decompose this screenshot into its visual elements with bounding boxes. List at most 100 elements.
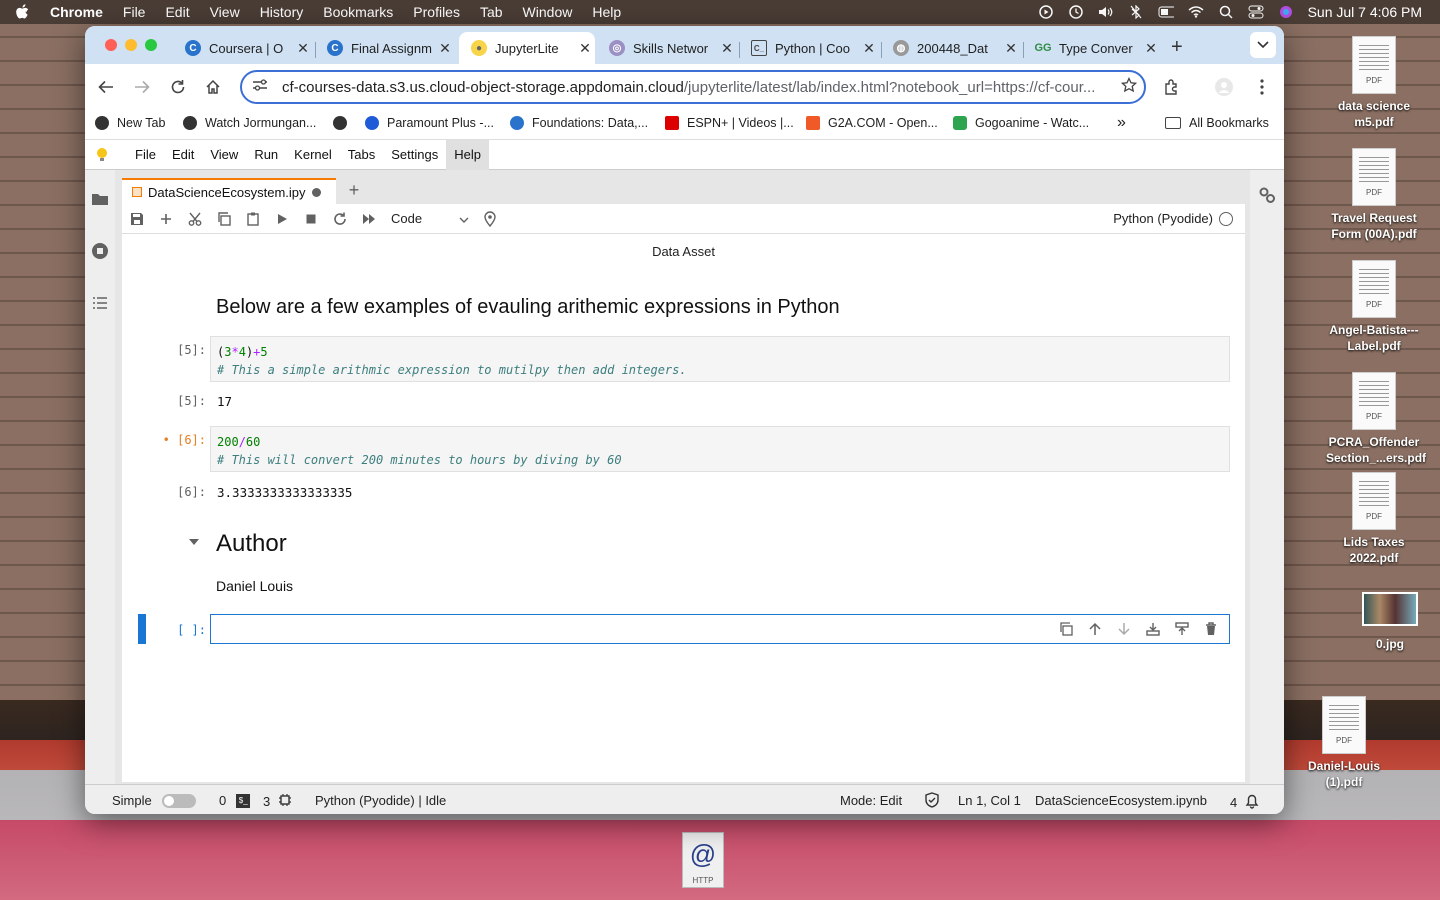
unsaved-dot-icon[interactable] [311,187,321,197]
running-terminals-count[interactable]: 0 $_ [219,793,251,808]
chrome-menu-kebab-icon[interactable] [1251,76,1273,98]
jupyter-menu-file[interactable]: File [127,140,164,170]
jupyter-menu-edit[interactable]: Edit [164,140,202,170]
paste-clipboard-icon[interactable] [238,204,267,234]
cut-scissors-icon[interactable] [180,204,209,234]
bookmark-watch-jormungand[interactable]: Watch Jormungan... [183,116,316,130]
bookmarks-overflow-chevron-icon[interactable]: » [1117,114,1126,132]
toggle-switch[interactable] [161,793,196,808]
time-machine-icon[interactable] [1068,5,1084,19]
running-kernels-stop-icon[interactable] [91,242,109,260]
move-cell-down-arrow-icon[interactable] [1109,619,1138,639]
close-tab-icon[interactable]: ✕ [575,40,595,57]
table-of-contents-icon[interactable] [91,294,109,312]
running-kernels-count[interactable]: 3 [263,793,292,810]
copy-icon[interactable] [209,204,238,234]
control-center-icon[interactable] [1248,5,1264,19]
url-text[interactable]: cf-courses-data.s3.us.cloud-object-stora… [282,79,1114,96]
bookmark-g2a[interactable]: G2A.COM - Open... [806,116,938,130]
wifi-icon[interactable] [1188,5,1204,19]
volume-icon[interactable] [1098,5,1114,19]
site-settings-icon[interactable] [252,78,272,96]
desktop-file-data-science-m5[interactable]: data science m5.pdf [1326,36,1422,130]
all-bookmarks-folder[interactable]: All Bookmarks [1165,116,1269,130]
code-cell-editor[interactable]: (3*4)+5 # This a simple arithmic express… [210,336,1230,382]
new-tab-plus-icon[interactable]: + [1171,36,1183,59]
kernel-status[interactable]: Python (Pyodide) | Idle [315,793,446,808]
desktop-file-pcra-offender[interactable]: PCRA_Offender Section_...ers.pdf [1326,372,1426,466]
move-cell-up-arrow-icon[interactable] [1080,619,1109,639]
menubar-item-window[interactable]: Window [523,4,573,20]
delete-cell-trash-icon[interactable] [1196,619,1225,639]
apple-menu-icon[interactable] [14,4,30,20]
restart-run-all-fast-forward-icon[interactable] [354,204,383,234]
close-window-button[interactable] [105,39,117,51]
minimize-window-button[interactable] [125,39,137,51]
menubar-app-name[interactable]: Chrome [50,4,103,20]
interrupt-stop-icon[interactable] [296,204,325,234]
menubar-item-help[interactable]: Help [592,4,621,20]
bookmark-espn-plus[interactable]: ESPN+ | Videos |... [665,116,794,130]
desktop-file-lids-taxes[interactable]: Lids Taxes 2022.pdf [1326,472,1422,566]
menubar-item-bookmarks[interactable]: Bookmarks [323,4,393,20]
menubar-item-file[interactable]: File [123,4,146,20]
menubar-item-view[interactable]: View [210,4,240,20]
close-tab-icon[interactable]: ✕ [859,40,879,57]
collapse-heading-caret-icon[interactable] [188,535,200,549]
browser-tab-python-code[interactable]: C_ Python | Coo ✕ [739,32,879,64]
browser-tab-jupyterlite[interactable]: ● JupyterLite ✕ [459,32,595,64]
bluetooth-off-icon[interactable] [1128,5,1144,19]
close-tab-icon[interactable]: ✕ [293,40,313,57]
menubar-item-tab[interactable]: Tab [480,4,503,20]
back-arrow-icon[interactable] [95,76,117,98]
notebook-tab[interactable]: DataScienceEcosystem.ipy [122,178,336,204]
trusted-shield-icon[interactable] [925,792,939,808]
siri-icon[interactable] [1278,5,1294,19]
desktop-file-daniel-louis[interactable]: Daniel-Louis (1).pdf [1296,696,1392,790]
menubar-item-history[interactable]: History [260,4,304,20]
tab-search-chevron-icon[interactable] [1250,32,1276,58]
bookmark-new-tab[interactable]: New Tab [95,116,165,130]
file-browser-folder-icon[interactable] [91,190,109,208]
cursor-position[interactable]: Ln 1, Col 1 [958,793,1021,808]
profile-avatar-icon[interactable] [1213,76,1235,98]
duplicate-cell-icon[interactable] [1051,619,1080,639]
insert-cell-above-icon[interactable] [1138,619,1167,639]
property-inspector-gears-icon[interactable] [1258,186,1276,204]
jupyter-menu-kernel[interactable]: Kernel [286,140,340,170]
forward-arrow-icon[interactable] [131,76,153,98]
reload-icon[interactable] [167,76,189,98]
bookmark-unnamed[interactable] [333,116,355,130]
bookmark-foundations-data[interactable]: Foundations: Data,... [510,116,648,130]
http-file-icon[interactable]: @ HTTP [682,832,724,888]
desktop-file-travel-request[interactable]: Travel Request Form (00A).pdf [1326,148,1422,242]
jupyter-menu-tabs[interactable]: Tabs [340,140,383,170]
menubar-item-profiles[interactable]: Profiles [413,4,460,20]
save-icon[interactable] [122,204,151,234]
jupyter-menu-view[interactable]: View [202,140,246,170]
debugger-pin-icon[interactable] [475,204,504,234]
play-circle-icon[interactable] [1038,5,1054,19]
menubar-item-edit[interactable]: Edit [165,4,189,20]
close-tab-icon[interactable]: ✕ [1001,40,1021,57]
jupyter-menu-settings[interactable]: Settings [383,140,446,170]
spotlight-search-icon[interactable] [1218,5,1234,19]
code-cell-editor[interactable]: 200/60 # This will convert 200 minutes t… [210,426,1230,472]
browser-tab-dataset[interactable]: ◍ 200448_Dat ✕ [881,32,1021,64]
browser-tab-skills-network[interactable]: ◎ Skills Networ ✕ [597,32,737,64]
browser-tab-type-conversion[interactable]: GG Type Conver ✕ [1023,32,1161,64]
bookmark-paramount-plus[interactable]: Paramount Plus -... [365,116,494,130]
cell-type-dropdown[interactable]: Code [391,211,469,226]
active-empty-code-cell[interactable] [210,614,1230,644]
bookmark-gogoanime[interactable]: Gogoanime - Watc... [953,116,1089,130]
jupyter-menu-help[interactable]: Help [446,139,489,170]
close-tab-icon[interactable]: ✕ [435,40,455,57]
home-icon[interactable] [202,76,224,98]
address-bar[interactable]: cf-courses-data.s3.us.cloud-object-stora… [240,70,1146,104]
jupyter-menu-run[interactable]: Run [246,140,286,170]
close-tab-icon[interactable]: ✕ [1141,40,1161,57]
notification-count[interactable]: 4 [1230,793,1259,812]
insert-cell-plus-icon[interactable] [151,204,180,234]
extensions-puzzle-icon[interactable] [1161,76,1183,98]
restart-kernel-icon[interactable] [325,204,354,234]
